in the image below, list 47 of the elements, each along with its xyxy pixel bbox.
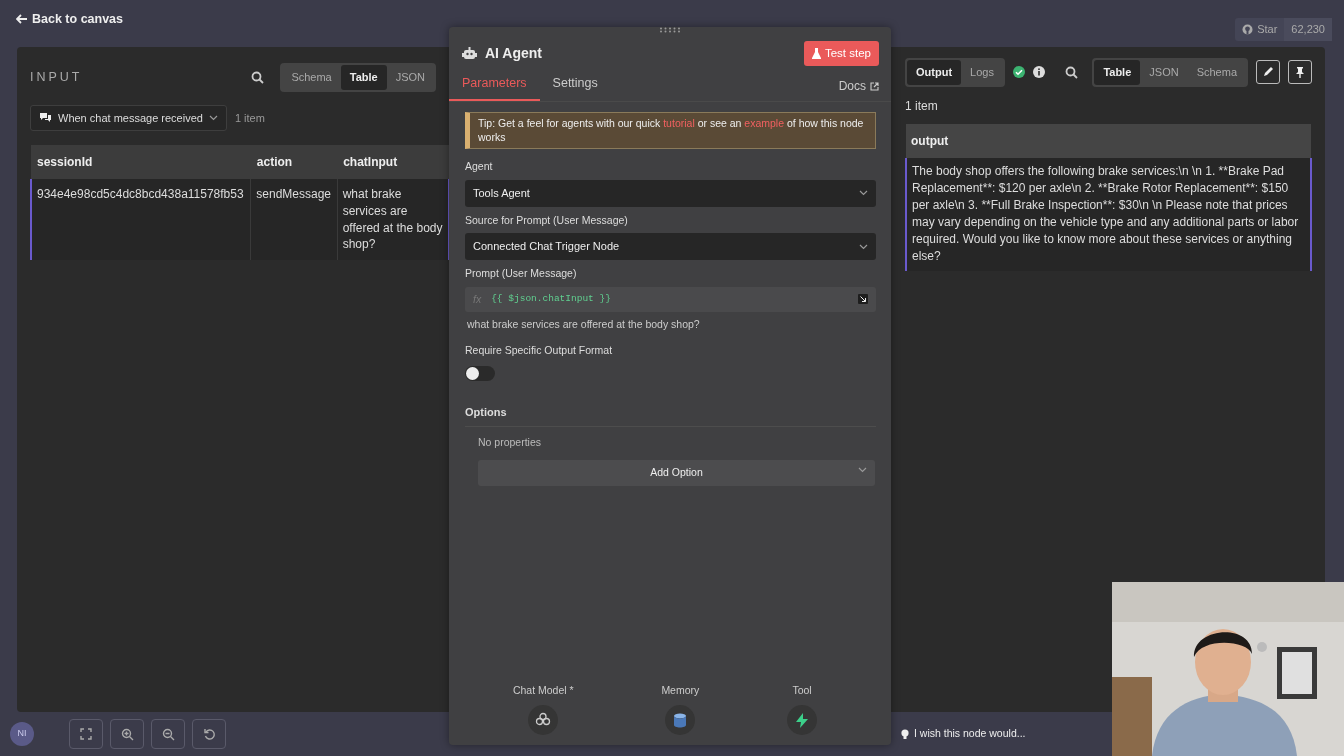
view-tab[interactable]: Schema (1187, 60, 1246, 85)
table-cell: The body shop offers the following brake services:\n \n 1. **Brake Pad Replacement**: $120 per axle\n 2. **Brake Rotor Replacement**: $150 per axle\n 3. **Full Brake Inspection**: $30\n \n Please note that prices may vary depending on the vehicle type and any additional parts or labor required. Would you like to know more about these services or anything else? (906, 157, 1311, 271)
link[interactable]: example (744, 117, 785, 129)
feedback-link[interactable]: I wish this node would... (914, 726, 1026, 742)
user-avatar[interactable]: NI (10, 722, 34, 746)
panel-title: INPUT (30, 68, 83, 86)
empty-text: No properties (477, 435, 543, 451)
connector-label: Memory (661, 683, 700, 699)
node-title: AI Agent (485, 44, 543, 64)
table-cell: what brake services are offered at the body shop? (337, 179, 449, 261)
tab[interactable]: Parameters (449, 70, 540, 101)
connector-label: Chat Model * (512, 683, 574, 699)
view-tab[interactable]: JSON (386, 65, 434, 90)
expression-value: {{ $json.chatInput }} (491, 292, 611, 307)
column-header: action (250, 145, 338, 179)
view-tab[interactable]: Table (1094, 60, 1141, 85)
select-field[interactable]: Tools Agent (465, 180, 876, 207)
field-label: Source for Prompt (User Message) (465, 212, 629, 228)
column-header: sessionId (31, 145, 251, 179)
connector-label: Tool (792, 683, 812, 699)
view-tab[interactable]: Output (907, 60, 962, 85)
tip-text: Tip: Get a feel for agents with our quick tutorial or see an example of how this node works (465, 112, 876, 150)
view-tab[interactable]: JSON (1140, 60, 1188, 85)
back-link[interactable]: Back to canvas (16, 10, 124, 29)
item-count: 1 item (234, 110, 265, 126)
field-label: Require Specific Output Format (465, 343, 614, 359)
select-field[interactable]: Connected Chat Trigger Node (465, 233, 876, 260)
table-cell: 934e4e98cd5c4dc8bcd438a11578fb53 (31, 179, 251, 261)
field-label: Agent (465, 159, 494, 175)
section-title: Options (465, 403, 876, 428)
add-option-button[interactable]: Add Option (478, 460, 875, 486)
tab[interactable]: Settings (539, 70, 611, 101)
item-count: 1 item (905, 97, 939, 115)
view-tab[interactable]: Table (340, 65, 387, 90)
view-tab[interactable]: Schema (282, 65, 341, 90)
view-tab[interactable]: Logs (961, 60, 1003, 85)
node-select[interactable]: When chat message received (30, 104, 227, 131)
docs-link[interactable]: Docs (838, 77, 879, 101)
field-label: Prompt (User Message) (465, 265, 578, 281)
preview-text: what brake services are offered at the body shop? (467, 317, 701, 333)
test-step-button[interactable]: Test step (803, 41, 879, 67)
column-header: output (906, 123, 1311, 158)
column-header: chatInput (337, 145, 449, 179)
link[interactable]: tutorial (663, 117, 695, 129)
star-count: 62,230 (1284, 18, 1332, 41)
table-cell: sendMessage (250, 179, 338, 261)
github-star-button[interactable]: Star 62,230 (1235, 18, 1332, 41)
